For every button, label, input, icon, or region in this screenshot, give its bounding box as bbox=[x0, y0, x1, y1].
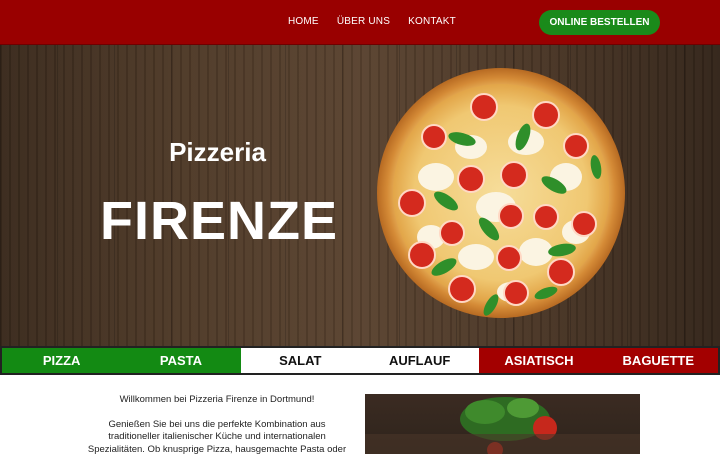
pizza-image bbox=[377, 68, 625, 318]
category-salat[interactable]: SALAT bbox=[240, 348, 360, 373]
intro-heading: Willkommen bei Pizzeria Firenze in Dortm… bbox=[119, 394, 315, 405]
category-pizza[interactable]: PIZZA bbox=[2, 348, 122, 373]
nav-contact-link[interactable]: KONTAKT bbox=[408, 16, 456, 27]
nav-home-link[interactable]: HOME bbox=[288, 16, 319, 27]
top-navigation-bar: HOME ÜBER UNS KONTAKT ONLINE BESTELLEN bbox=[0, 0, 720, 45]
order-online-button[interactable]: ONLINE BESTELLEN bbox=[539, 10, 660, 35]
category-bar: PIZZA PASTA SALAT AUFLAUF ASIATISCH BAGU… bbox=[0, 346, 720, 375]
main-nav: HOME ÜBER UNS KONTAKT bbox=[288, 16, 456, 27]
category-auflauf[interactable]: AUFLAUF bbox=[359, 348, 480, 373]
intro-text: Willkommen bei Pizzeria Firenze in Dortm… bbox=[84, 394, 350, 468]
category-pasta[interactable]: PASTA bbox=[121, 348, 241, 373]
intro-body: Genießen Sie bei uns die perfekte Kombin… bbox=[87, 418, 347, 455]
hero-banner: Pizzeria FIRENZE bbox=[0, 45, 720, 347]
category-asiatisch[interactable]: ASIATISCH bbox=[479, 348, 599, 373]
food-photo bbox=[365, 394, 640, 454]
category-baguette[interactable]: BAGUETTE bbox=[598, 348, 718, 373]
nav-about-link[interactable]: ÜBER UNS bbox=[337, 16, 390, 27]
hero-title: FIRENZE bbox=[100, 191, 339, 251]
hero-subtitle: Pizzeria bbox=[169, 137, 266, 167]
herbs-tomato-image bbox=[365, 397, 640, 454]
